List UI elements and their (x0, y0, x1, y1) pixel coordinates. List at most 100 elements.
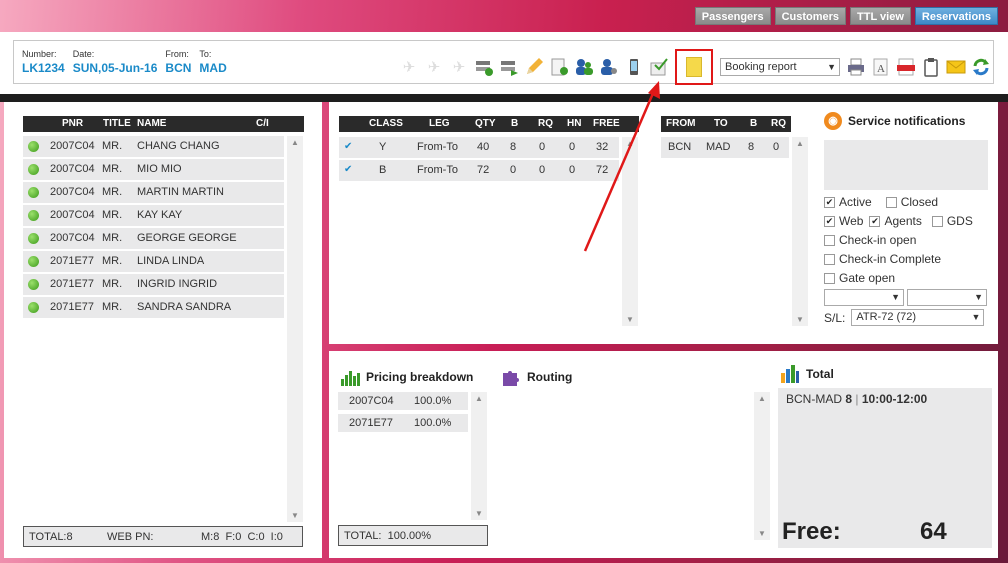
nav-passengers-button[interactable]: Passengers (694, 7, 771, 25)
list-item[interactable]: 2071E77 100.0% (338, 414, 468, 432)
sl-select-value: ATR-72 (72) (856, 311, 917, 323)
passenger-footer: TOTAL:8 WEB PN: M:8 F:0 C:0 I:0 (23, 526, 303, 547)
row-name: KAY KAY (137, 209, 183, 221)
pricing-title: Pricing breakdown (340, 367, 473, 387)
checkin-complete-checkbox[interactable] (824, 253, 835, 265)
nav-customers-button[interactable]: Customers (774, 7, 847, 25)
table-row[interactable]: 2007C04 MR. GEORGE GEORGE (23, 228, 284, 249)
table-row[interactable]: 2071E77 MR. SANDRA SANDRA (23, 297, 284, 318)
clipboard-icon[interactable] (920, 56, 942, 78)
edit-pencil-icon[interactable] (523, 56, 545, 78)
closed-label: Closed (900, 195, 939, 209)
row-title: MR. (102, 232, 123, 244)
routing-scrollbar[interactable]: ▲ ▼ (754, 392, 770, 540)
nav-ttl-view-button[interactable]: TTL view (850, 7, 911, 25)
total-label: Total (806, 367, 834, 381)
table-row[interactable]: 2007C04 MR. KAY KAY (23, 205, 284, 226)
sl-select[interactable]: ATR-72 (72) ▼ (851, 309, 985, 326)
checkin-open-checkbox[interactable] (824, 234, 835, 246)
table-row[interactable]: 2071E77 MR. LINDA LINDA (23, 251, 284, 272)
passenger-list: 2007C04 MR. CHANG CHANG 2007C04 MR. MIO … (23, 136, 284, 320)
scroll-up-icon[interactable]: ▲ (792, 139, 808, 148)
sl-label: S/L: (824, 310, 846, 325)
row-title: MR. (102, 255, 123, 267)
pricing-total: TOTAL: 100.00% (344, 530, 432, 542)
gds-checkbox[interactable] (931, 215, 943, 227)
flight-number-label: Number: (22, 49, 57, 59)
scroll-up-icon[interactable]: ▲ (471, 394, 487, 403)
scroll-up-icon[interactable]: ▲ (754, 394, 770, 403)
refresh-icon[interactable] (970, 56, 992, 78)
passenger-table-header: PNR TITLE NAME C/I (23, 116, 304, 132)
scroll-down-icon[interactable]: ▼ (622, 315, 638, 324)
active-checkbox[interactable]: ✔ (824, 196, 835, 208)
closed-checkbox[interactable] (885, 196, 897, 208)
flight-to-value: MAD (199, 61, 227, 75)
plane-icon[interactable]: ✈ (398, 56, 420, 78)
mail-icon[interactable] (945, 56, 967, 78)
print-icon[interactable] (845, 56, 867, 78)
scroll-down-icon[interactable]: ▼ (792, 315, 808, 324)
service-notifications: ◉ Service notifications ✔ Active Closed … (824, 112, 994, 326)
table-row[interactable]: 2071E77 MR. INGRID INGRID (23, 274, 284, 295)
pricing-pnr: 2071E77 (349, 417, 394, 429)
row-title: MR. (102, 163, 123, 175)
move-segment-icon[interactable] (498, 56, 520, 78)
table-row[interactable]: BCN MAD 8 0 (661, 137, 789, 158)
checkin-complete-label: Check-in Complete (839, 252, 942, 266)
agents-checkbox[interactable]: ✔ (869, 215, 881, 227)
separator (0, 94, 1008, 102)
footer-counts: M:8 F:0 C:0 I:0 (201, 531, 283, 543)
routing-label: Routing (527, 370, 573, 384)
row-name: GEORGE GEORGE (137, 232, 237, 244)
add-segment-icon[interactable] (473, 56, 495, 78)
status-dot-icon (28, 279, 39, 290)
web-checkbox[interactable]: ✔ (824, 215, 835, 227)
status-dot-icon (28, 256, 39, 267)
status-dot-icon (28, 302, 39, 313)
passenger-scrollbar[interactable]: ▲ ▼ (287, 136, 303, 522)
toolbar-icons: ✈ ✈ ✈ Booking report ▼ A (398, 49, 992, 85)
add-document-icon[interactable] (548, 56, 570, 78)
row-pnr: 2071E77 (50, 301, 95, 313)
table-row[interactable]: 2007C04 MR. CHANG CHANG (23, 136, 284, 157)
header-b: B (750, 118, 758, 129)
checkin-complete-row: Check-in Complete (824, 252, 994, 266)
pdf-icon[interactable] (895, 56, 917, 78)
scroll-down-icon[interactable]: ▼ (287, 511, 303, 520)
gate-open-checkbox[interactable] (824, 272, 835, 284)
leg-scrollbar[interactable]: ▲ ▼ (792, 137, 808, 326)
scroll-down-icon[interactable]: ▼ (754, 529, 770, 538)
sticky-note-icon[interactable] (686, 57, 702, 77)
table-row[interactable]: 2007C04 MR. MARTIN MARTIN (23, 182, 284, 203)
scroll-up-icon[interactable]: ▲ (287, 138, 303, 147)
passenger-panel: PNR TITLE NAME C/I 2007C04 MR. CHANG CHA… (4, 102, 322, 558)
header-from: FROM (666, 118, 696, 129)
flight-date-value: SUN,05-Jun-16 (72, 61, 158, 75)
row-qty: 40 (477, 141, 490, 153)
checkin-open-label: Check-in open (839, 233, 917, 247)
filter-select-2[interactable]: ▼ (907, 289, 987, 306)
plane-icon[interactable]: ✈ (448, 56, 470, 78)
filter-select-1[interactable]: ▼ (824, 289, 904, 306)
row-title: MR. (102, 209, 123, 221)
flight-date-label: Date: (72, 49, 95, 59)
summary-panel: Pricing breakdown 2007C04 100.0% 2071E77… (329, 351, 998, 558)
font-icon[interactable]: A (870, 56, 892, 78)
row-pnr: 2071E77 (50, 255, 95, 267)
row-leg: From-To (417, 141, 458, 153)
row-pnr: 2007C04 (50, 186, 95, 198)
table-row[interactable]: 2007C04 MR. MIO MIO (23, 159, 284, 180)
filter-selects: ▼ ▼ (824, 289, 994, 306)
scroll-down-icon[interactable]: ▼ (471, 509, 487, 518)
notifications-box (824, 140, 988, 190)
nav-reservations-button[interactable]: Reservations (914, 7, 998, 25)
top-nav: Passengers Customers TTL view Reservatio… (694, 7, 998, 25)
plane-icon[interactable]: ✈ (423, 56, 445, 78)
pricing-scrollbar[interactable]: ▲ ▼ (471, 392, 487, 520)
report-select[interactable]: Booking report ▼ (720, 58, 840, 76)
row-qty: 72 (477, 164, 490, 176)
list-item[interactable]: 2007C04 100.0% (338, 392, 468, 410)
active-closed-row: ✔ Active Closed (824, 195, 994, 209)
row-title: MR. (102, 140, 123, 152)
